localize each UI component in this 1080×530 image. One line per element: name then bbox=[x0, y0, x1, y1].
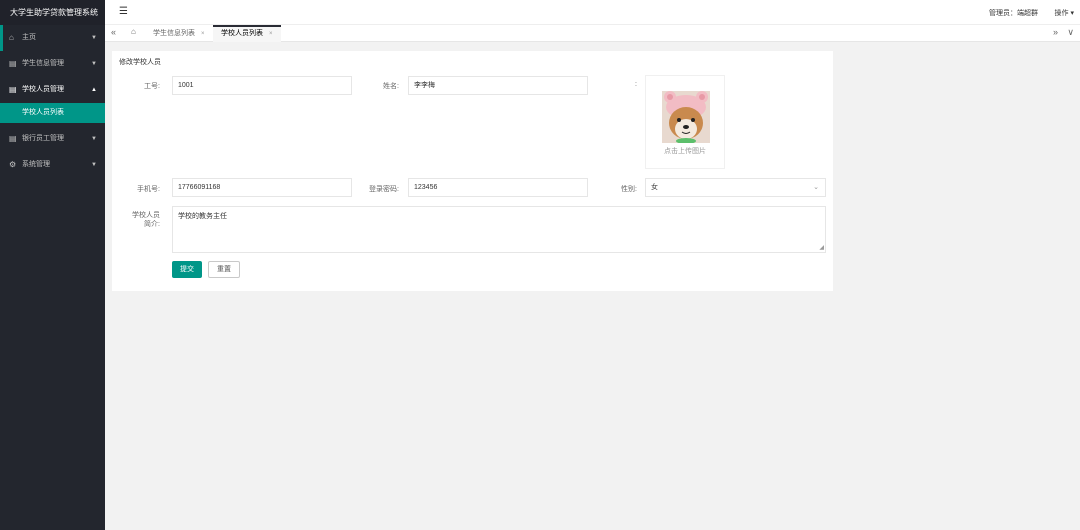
resize-handle-icon[interactable]: ◢ bbox=[819, 245, 824, 251]
sidebar-subitem-school-staff-list[interactable]: 学校人员列表 bbox=[0, 103, 105, 123]
photo-label: : bbox=[635, 81, 637, 88]
phone-input[interactable]: 17766091168 bbox=[172, 178, 352, 197]
menu-toggle-icon[interactable]: ☰ bbox=[119, 6, 128, 17]
phone-label: 手机号: bbox=[137, 186, 160, 193]
home-tab-icon[interactable]: ⌂ bbox=[131, 27, 136, 36]
gender-select[interactable]: 女 ⌄ bbox=[645, 178, 826, 197]
employee-id-label: 工号: bbox=[144, 83, 160, 90]
gender-selected-value: 女 bbox=[651, 184, 658, 191]
calendar-icon: ▤ bbox=[9, 85, 17, 94]
tab-label: 学校人员列表 bbox=[221, 30, 263, 37]
chevron-down-icon: ⌄ bbox=[813, 184, 819, 191]
sidebar-item-label: 系统管理 bbox=[22, 161, 50, 168]
tab-scroll-right-icon[interactable]: » bbox=[1053, 27, 1058, 37]
sidebar-item-label: 学校人员管理 bbox=[22, 86, 64, 93]
calendar-icon: ▤ bbox=[9, 134, 17, 143]
tab-scroll-left-icon[interactable]: « bbox=[111, 27, 116, 37]
close-icon[interactable]: × bbox=[269, 31, 273, 37]
tab-label: 学生信息列表 bbox=[153, 30, 195, 37]
sidebar-item-student-info[interactable]: ▤ 学生信息管理 ▼ bbox=[0, 51, 105, 77]
chevron-down-icon: ▼ bbox=[91, 61, 97, 67]
chevron-down-icon: ▼ bbox=[91, 136, 97, 142]
dog-photo-thumbnail bbox=[662, 91, 710, 143]
intro-text: 学校的教务主任 bbox=[178, 213, 227, 220]
sidebar-item-school-staff[interactable]: ▤ 学校人员管理 ▲ bbox=[0, 77, 105, 103]
gender-label: 性别: bbox=[621, 186, 637, 193]
tab-student-info-list[interactable]: 学生信息列表 × bbox=[145, 25, 213, 42]
operations-menu[interactable]: 操作 ▾ bbox=[1055, 8, 1074, 18]
password-input[interactable]: 123456 bbox=[408, 178, 588, 197]
sidebar-item-label: 学生信息管理 bbox=[22, 60, 64, 67]
chevron-down-icon: ▼ bbox=[91, 35, 97, 41]
tab-school-staff-list[interactable]: 学校人员列表 × bbox=[213, 25, 281, 42]
chevron-down-icon: ▼ bbox=[91, 162, 97, 168]
employee-id-input[interactable]: 1001 bbox=[172, 76, 352, 95]
chevron-up-icon: ▲ bbox=[91, 87, 97, 93]
tab-bar: « ⌂ 学生信息列表 × 学校人员列表 × » ∨ bbox=[105, 25, 1080, 42]
intro-textarea[interactable]: 学校的教务主任 ◢ bbox=[172, 206, 826, 253]
sidebar-item-home[interactable]: ⌂ 主页 ▼ bbox=[0, 25, 105, 51]
upload-hint: 点击上传图片 bbox=[664, 148, 706, 155]
calendar-icon: ▤ bbox=[9, 59, 17, 68]
form-title: 修改学校人员 bbox=[119, 59, 161, 66]
photo-upload[interactable]: 点击上传图片 bbox=[645, 75, 725, 169]
sidebar-item-system[interactable]: ⚙ 系统管理 ▼ bbox=[0, 152, 105, 178]
tab-more-icon[interactable]: ∨ bbox=[1067, 27, 1074, 38]
admin-info: 管理员：端超群 bbox=[989, 8, 1038, 18]
app-title: 大学生助学贷款管理系统 bbox=[0, 0, 105, 25]
top-header: ☰ 管理员：端超群 操作 ▾ bbox=[105, 0, 1080, 25]
admin-name[interactable]: 端超群 bbox=[1017, 10, 1038, 17]
sidebar: 大学生助学贷款管理系统 ⌂ 主页 ▼ ▤ 学生信息管理 ▼ ▤ 学校人员管理 ▲… bbox=[0, 0, 105, 530]
sidebar-submenu: 学校人员列表 bbox=[0, 103, 105, 123]
reset-button[interactable]: 重置 bbox=[208, 261, 240, 278]
home-icon: ⌂ bbox=[9, 33, 14, 42]
gear-icon: ⚙ bbox=[9, 160, 17, 169]
sidebar-item-bank-staff[interactable]: ▤ 银行员工管理 ▼ bbox=[0, 126, 105, 152]
edit-form-card: 修改学校人员 工号: 1001 姓名: 李李梅 : 点击上传图片 手机号: 17… bbox=[112, 51, 833, 291]
close-icon[interactable]: × bbox=[201, 31, 205, 37]
admin-label: 管理员： bbox=[989, 10, 1017, 17]
intro-label: 学校人员简介: bbox=[132, 212, 160, 228]
sidebar-item-label: 银行员工管理 bbox=[22, 135, 64, 142]
password-label: 登录密码: bbox=[369, 186, 399, 193]
submit-button[interactable]: 提交 bbox=[172, 261, 202, 278]
name-input[interactable]: 李李梅 bbox=[408, 76, 588, 95]
sidebar-item-label: 主页 bbox=[22, 34, 36, 41]
name-label: 姓名: bbox=[383, 83, 399, 90]
